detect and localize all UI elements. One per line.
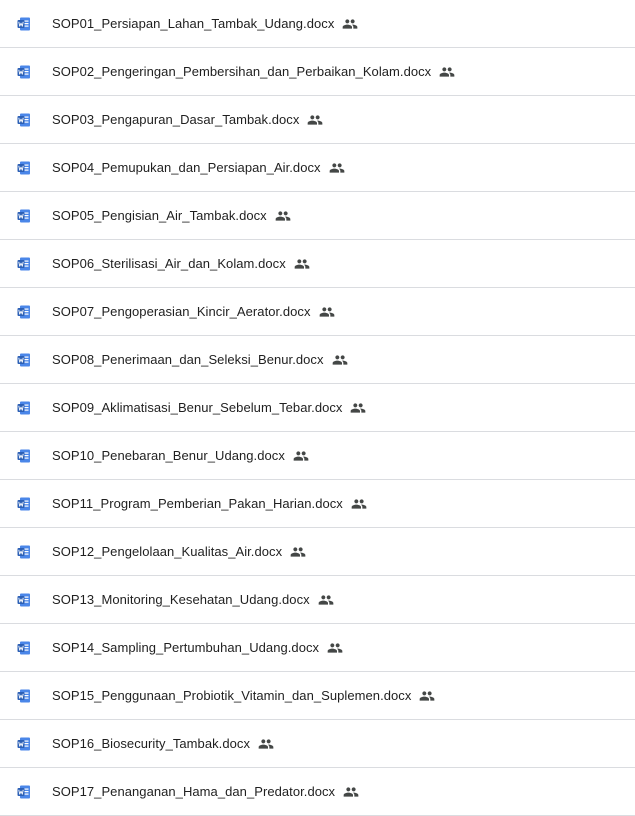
file-name[interactable]: SOP09_Aklimatisasi_Benur_Sebelum_Tebar.d… [52, 400, 342, 415]
file-name[interactable]: SOP15_Penggunaan_Probiotik_Vitamin_dan_S… [52, 688, 411, 703]
file-row[interactable]: SOP14_Sampling_Pertumbuhan_Udang.docx [0, 624, 635, 672]
people-icon [327, 640, 343, 656]
file-row[interactable]: SOP01_Persiapan_Lahan_Tambak_Udang.docx [0, 0, 635, 48]
file-row[interactable]: SOP07_Pengoperasian_Kincir_Aerator.docx [0, 288, 635, 336]
file-row[interactable]: SOP13_Monitoring_Kesehatan_Udang.docx [0, 576, 635, 624]
file-name[interactable]: SOP14_Sampling_Pertumbuhan_Udang.docx [52, 640, 319, 655]
file-row[interactable]: SOP04_Pemupukan_dan_Persiapan_Air.docx [0, 144, 635, 192]
file-name[interactable]: SOP17_Penanganan_Hama_dan_Predator.docx [52, 784, 335, 799]
word-doc-icon [16, 112, 32, 128]
word-doc-icon [16, 256, 32, 272]
word-doc-icon [16, 208, 32, 224]
people-icon [439, 64, 455, 80]
people-icon [351, 496, 367, 512]
file-name[interactable]: SOP04_Pemupukan_dan_Persiapan_Air.docx [52, 160, 321, 175]
word-doc-icon [16, 16, 32, 32]
file-list: SOP01_Persiapan_Lahan_Tambak_Udang.docx S… [0, 0, 635, 816]
people-icon [293, 448, 309, 464]
people-icon [343, 784, 359, 800]
word-doc-icon [16, 688, 32, 704]
file-row[interactable]: SOP02_Pengeringan_Pembersihan_dan_Perbai… [0, 48, 635, 96]
people-icon [342, 16, 358, 32]
word-doc-icon [16, 640, 32, 656]
file-row[interactable]: SOP03_Pengapuran_Dasar_Tambak.docx [0, 96, 635, 144]
file-row[interactable]: SOP09_Aklimatisasi_Benur_Sebelum_Tebar.d… [0, 384, 635, 432]
people-icon [319, 304, 335, 320]
people-icon [318, 592, 334, 608]
word-doc-icon [16, 784, 32, 800]
file-row[interactable]: SOP12_Pengelolaan_Kualitas_Air.docx [0, 528, 635, 576]
people-icon [275, 208, 291, 224]
file-name[interactable]: SOP07_Pengoperasian_Kincir_Aerator.docx [52, 304, 311, 319]
people-icon [258, 736, 274, 752]
people-icon [332, 352, 348, 368]
file-row[interactable]: SOP11_Program_Pemberian_Pakan_Harian.doc… [0, 480, 635, 528]
file-row[interactable]: SOP15_Penggunaan_Probiotik_Vitamin_dan_S… [0, 672, 635, 720]
file-name[interactable]: SOP05_Pengisian_Air_Tambak.docx [52, 208, 267, 223]
file-name[interactable]: SOP02_Pengeringan_Pembersihan_dan_Perbai… [52, 64, 431, 79]
people-icon [294, 256, 310, 272]
file-row[interactable]: SOP06_Sterilisasi_Air_dan_Kolam.docx [0, 240, 635, 288]
word-doc-icon [16, 304, 32, 320]
file-name[interactable]: SOP01_Persiapan_Lahan_Tambak_Udang.docx [52, 16, 334, 31]
file-name[interactable]: SOP12_Pengelolaan_Kualitas_Air.docx [52, 544, 282, 559]
word-doc-icon [16, 64, 32, 80]
file-row[interactable]: SOP10_Penebaran_Benur_Udang.docx [0, 432, 635, 480]
file-name[interactable]: SOP03_Pengapuran_Dasar_Tambak.docx [52, 112, 299, 127]
word-doc-icon [16, 496, 32, 512]
file-name[interactable]: SOP16_Biosecurity_Tambak.docx [52, 736, 250, 751]
file-row[interactable]: SOP17_Penanganan_Hama_dan_Predator.docx [0, 768, 635, 816]
word-doc-icon [16, 736, 32, 752]
word-doc-icon [16, 400, 32, 416]
people-icon [350, 400, 366, 416]
file-name[interactable]: SOP10_Penebaran_Benur_Udang.docx [52, 448, 285, 463]
file-name[interactable]: SOP08_Penerimaan_dan_Seleksi_Benur.docx [52, 352, 324, 367]
file-name[interactable]: SOP06_Sterilisasi_Air_dan_Kolam.docx [52, 256, 286, 271]
file-name[interactable]: SOP11_Program_Pemberian_Pakan_Harian.doc… [52, 496, 343, 511]
word-doc-icon [16, 544, 32, 560]
word-doc-icon [16, 160, 32, 176]
file-row[interactable]: SOP05_Pengisian_Air_Tambak.docx [0, 192, 635, 240]
word-doc-icon [16, 448, 32, 464]
file-name[interactable]: SOP13_Monitoring_Kesehatan_Udang.docx [52, 592, 310, 607]
people-icon [290, 544, 306, 560]
people-icon [307, 112, 323, 128]
people-icon [329, 160, 345, 176]
people-icon [419, 688, 435, 704]
file-row[interactable]: SOP16_Biosecurity_Tambak.docx [0, 720, 635, 768]
word-doc-icon [16, 592, 32, 608]
word-doc-icon [16, 352, 32, 368]
file-row[interactable]: SOP08_Penerimaan_dan_Seleksi_Benur.docx [0, 336, 635, 384]
